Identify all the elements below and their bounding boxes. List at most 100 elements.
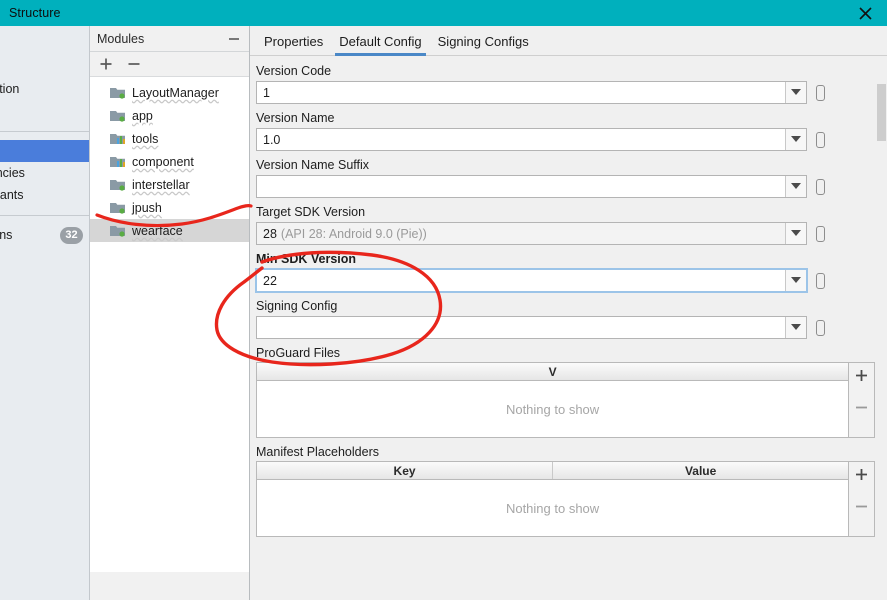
sidebar-item-modules[interactable]: s: [0, 140, 89, 162]
field-label: Signing Config: [256, 299, 338, 313]
manifest-placeholders-table: Key Value Nothing to show: [256, 461, 850, 537]
sidebar-item-sdk-location[interactable]: cation: [0, 78, 89, 100]
module-item-component[interactable]: component: [90, 150, 249, 173]
chevron-down-icon: [791, 324, 801, 330]
variable-picker-icon[interactable]: [816, 272, 825, 289]
module-item-interstellar[interactable]: interstellar: [90, 173, 249, 196]
modules-toolbar: [90, 52, 249, 77]
chevron-down-icon: [791, 183, 801, 189]
dropdown-button[interactable]: [785, 176, 806, 197]
minimize-button[interactable]: [227, 32, 241, 46]
variable-picker-icon[interactable]: [816, 131, 825, 148]
variable-picker-icon[interactable]: [816, 319, 825, 336]
field-control-row: 28 (API 28: Android 9.0 (Pie)): [256, 222, 875, 245]
sidebar-item-label: cation: [0, 82, 20, 96]
dropdown-button[interactable]: [785, 223, 806, 244]
signing-config-input[interactable]: [257, 317, 785, 338]
sidebar-item-variables[interactable]: es: [0, 100, 89, 122]
version-name-combo[interactable]: 1.0: [256, 128, 807, 151]
field-label: Version Name Suffix: [256, 158, 370, 172]
field-control-row: [256, 175, 875, 198]
module-item-label: LayoutManager: [132, 85, 219, 100]
module-item-app[interactable]: app: [90, 104, 249, 127]
target-sdk-version-combo[interactable]: 28 (API 28: Android 9.0 (Pie)): [256, 222, 807, 245]
chevron-down-icon: [791, 136, 801, 142]
sidebar-item-suggestions[interactable]: tions 32: [0, 224, 89, 246]
field-version-name-suffix: Version Name Suffix: [256, 158, 875, 198]
title-bar: Structure: [0, 0, 887, 26]
sidebar-item-label: lencies: [0, 166, 25, 180]
module-item-jpush[interactable]: jpush: [90, 196, 249, 219]
detail-pane: Properties Default Config Signing Config…: [250, 26, 887, 600]
module-folder-icon: [110, 86, 126, 100]
sidebar-divider: [0, 131, 89, 132]
module-item-wearface[interactable]: wearface: [90, 219, 249, 242]
sidebar-item-dependencies[interactable]: lencies: [0, 162, 89, 184]
chevron-down-icon: [791, 230, 801, 236]
variable-picker-icon[interactable]: [816, 178, 825, 195]
module-item-label: tools: [132, 131, 159, 146]
column-header-value[interactable]: Value: [553, 462, 848, 479]
proguard-files-table: V Nothing to show: [256, 362, 850, 438]
signing-config-combo[interactable]: [256, 316, 807, 339]
dropdown-button[interactable]: [785, 317, 806, 338]
field-version-name: Version Name 1.0: [256, 111, 875, 151]
minimize-icon: [229, 37, 239, 40]
table-header-row: V: [257, 363, 849, 381]
add-proguard-file-button[interactable]: [854, 367, 870, 383]
close-button[interactable]: [843, 0, 887, 26]
left-navigation: cation es s lencies ariants tions 32: [0, 26, 90, 600]
chevron-down-icon: [791, 89, 801, 95]
sidebar-item-build-variants[interactable]: ariants: [0, 184, 89, 206]
column-header-value[interactable]: V: [257, 363, 848, 380]
remove-placeholder-button[interactable]: [854, 498, 870, 514]
dropdown-button[interactable]: [785, 270, 806, 291]
manifest-placeholders-section: Manifest Placeholders Key Value Nothing …: [256, 445, 875, 537]
field-value: 22: [263, 273, 277, 288]
module-item-label: wearface: [132, 223, 183, 238]
target-sdk-version-input[interactable]: 28 (API 28: Android 9.0 (Pie)): [257, 223, 785, 244]
plus-icon: [856, 369, 868, 381]
variable-picker-icon[interactable]: [816, 225, 825, 242]
table-header-row: Key Value: [257, 462, 849, 480]
tab-properties[interactable]: Properties: [256, 34, 331, 55]
manifest-placeholders-table-outer: Key Value Nothing to show: [256, 461, 875, 537]
default-config-form: Version Code 1 Version Name 1.0 Version …: [250, 56, 887, 600]
min-sdk-version-combo[interactable]: 22: [255, 268, 808, 293]
add-placeholder-button[interactable]: [854, 466, 870, 482]
module-folder-icon: [110, 178, 126, 192]
min-sdk-version-input[interactable]: 22: [257, 270, 785, 291]
field-label: Version Name: [256, 111, 335, 125]
version-code-input[interactable]: 1: [257, 82, 785, 103]
table-empty-state: Nothing to show: [257, 381, 848, 437]
window-title: Structure: [9, 6, 61, 20]
chevron-down-icon: [791, 277, 801, 283]
variable-picker-icon[interactable]: [816, 84, 825, 101]
remove-module-button[interactable]: [126, 56, 142, 72]
tab-bar: Properties Default Config Signing Config…: [250, 26, 887, 56]
module-item-label: interstellar: [132, 177, 190, 192]
module-item-tools[interactable]: tools: [90, 127, 249, 150]
tab-signing-configs[interactable]: Signing Configs: [430, 34, 537, 55]
detail-scrollbar[interactable]: [876, 84, 887, 600]
version-name-suffix-combo[interactable]: [256, 175, 807, 198]
field-control-row: 1: [256, 81, 875, 104]
version-name-input[interactable]: 1.0: [257, 129, 785, 150]
field-signing-config: Signing Config: [256, 299, 875, 339]
column-header-key[interactable]: Key: [257, 462, 554, 479]
dropdown-button[interactable]: [785, 129, 806, 150]
field-value: 1: [263, 85, 270, 100]
module-item-layoutmanager[interactable]: LayoutManager: [90, 81, 249, 104]
dropdown-button[interactable]: [785, 82, 806, 103]
field-control-row: 1.0: [256, 128, 875, 151]
remove-proguard-file-button[interactable]: [854, 399, 870, 415]
version-code-combo[interactable]: 1: [256, 81, 807, 104]
version-name-suffix-input[interactable]: [257, 176, 785, 197]
add-module-button[interactable]: [98, 56, 114, 72]
proguard-files-table-outer: V Nothing to show: [256, 362, 875, 438]
manifest-table-buttons: [849, 461, 875, 537]
tab-default-config[interactable]: Default Config: [331, 34, 429, 56]
proguard-table-buttons: [849, 362, 875, 438]
scrollbar-thumb[interactable]: [877, 84, 886, 141]
table-empty-state: Nothing to show: [257, 480, 848, 536]
